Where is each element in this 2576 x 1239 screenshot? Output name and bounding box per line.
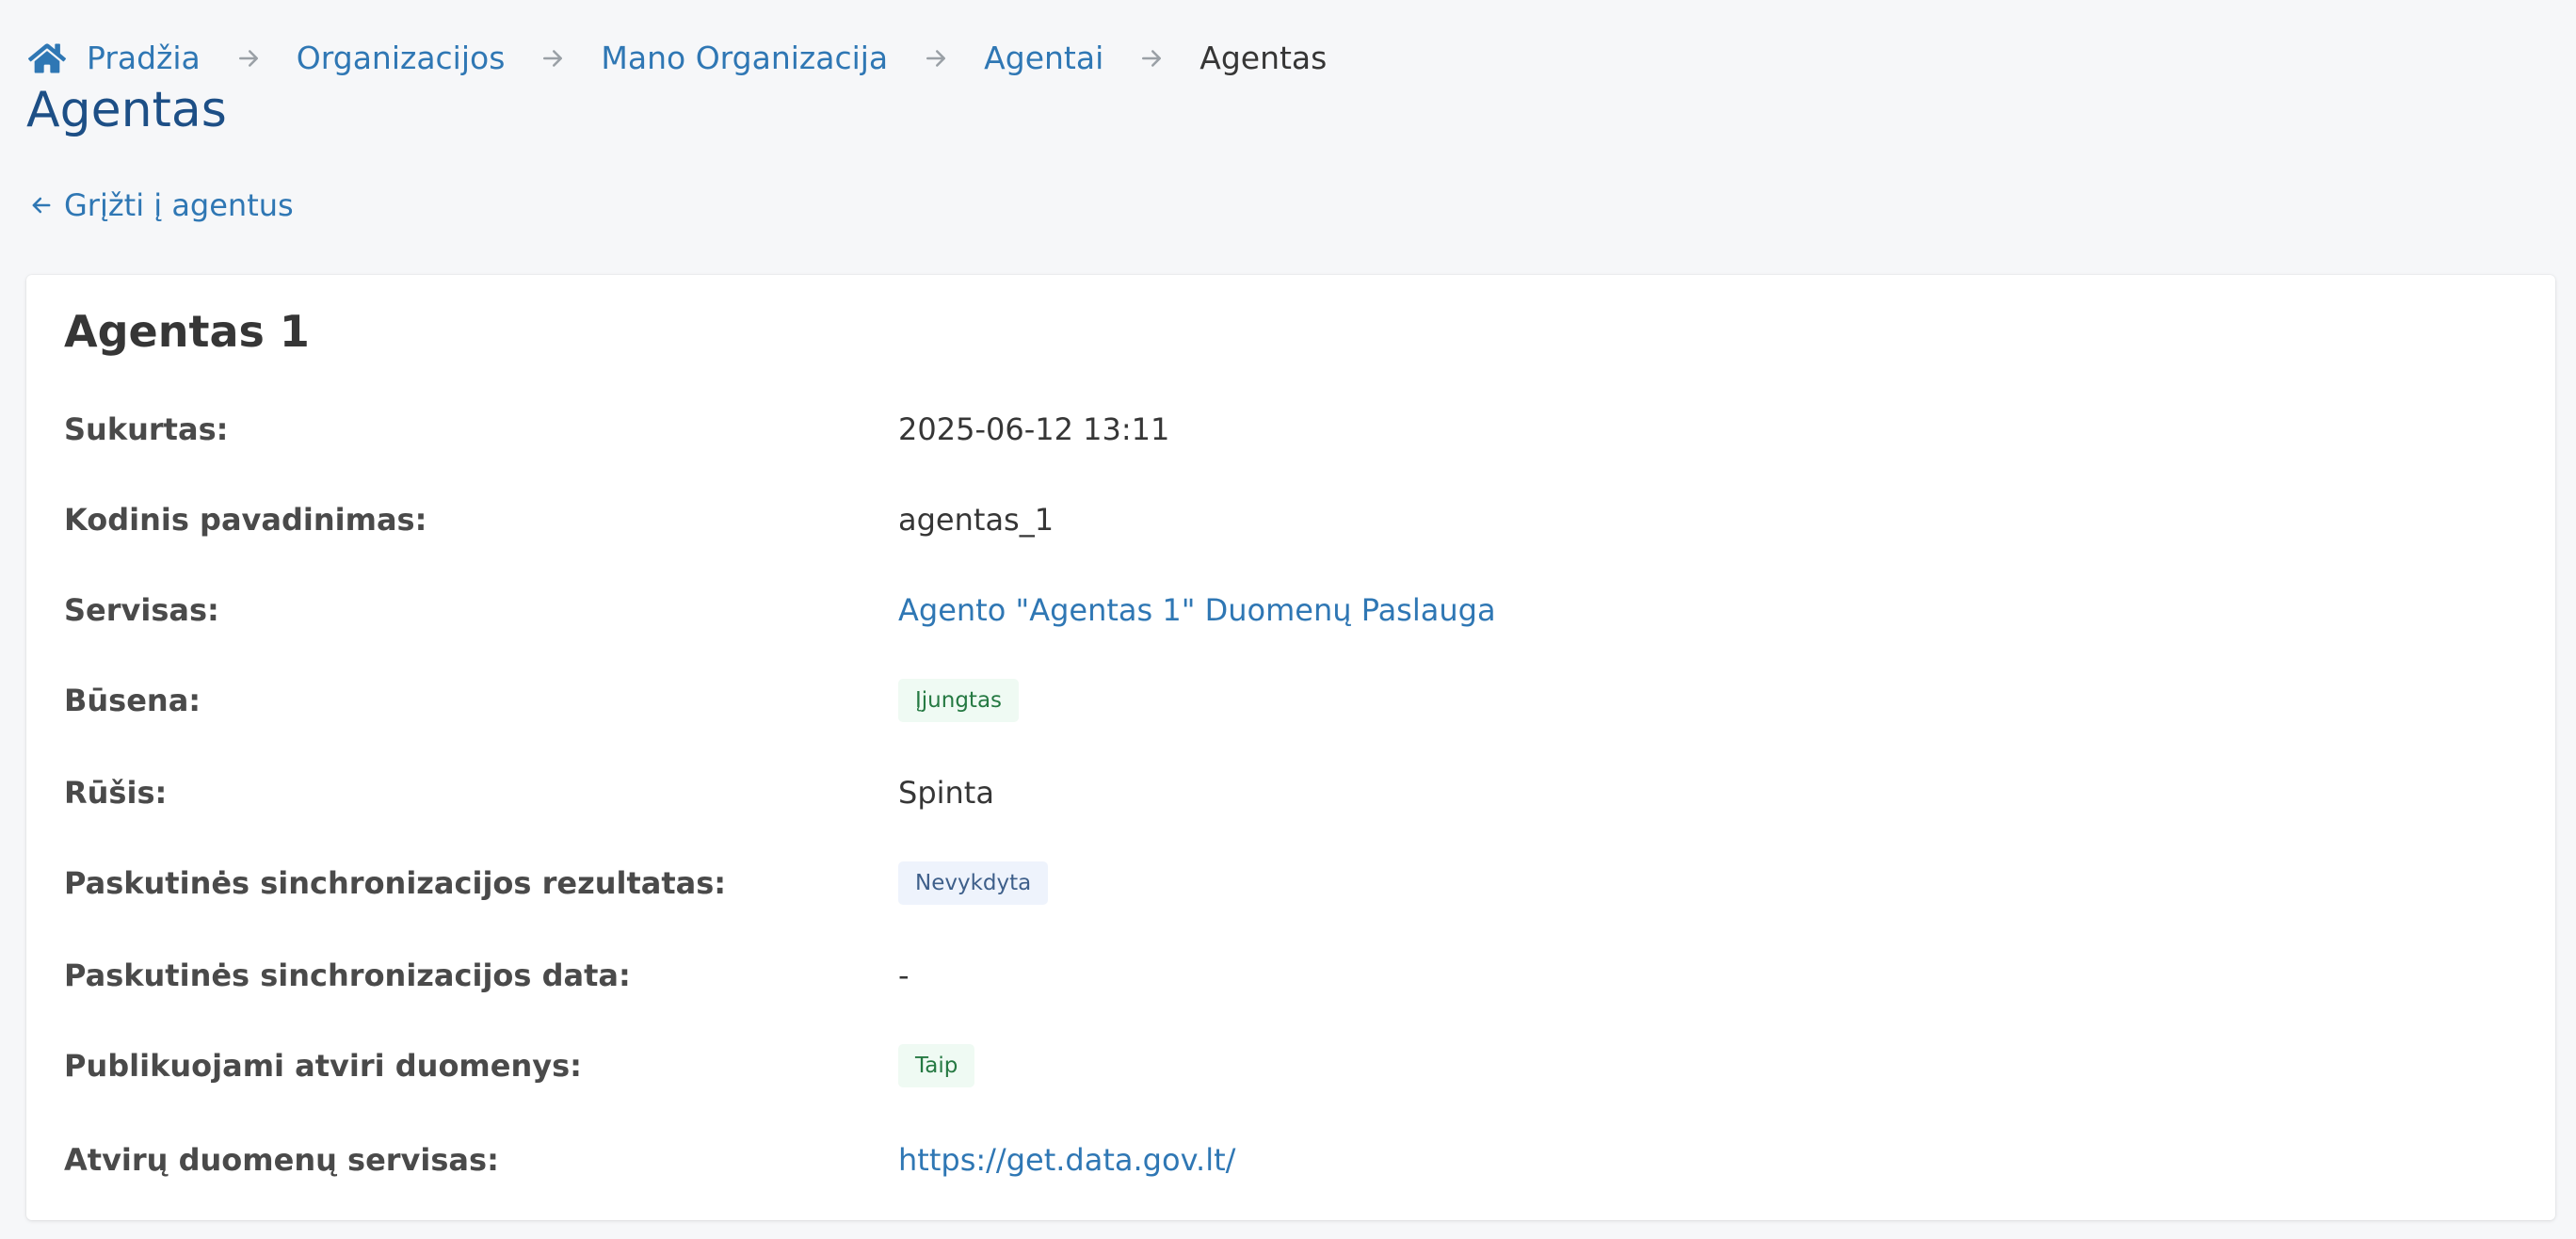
- breadcrumb-my-organization[interactable]: Mano Organizacija: [601, 38, 888, 79]
- field-code-name: Kodinis pavadinimas: agentas_1: [64, 491, 2518, 548]
- back-to-agents-link[interactable]: Grįžti į agentus: [28, 185, 294, 226]
- field-created: Sukurtas: 2025-06-12 13:11: [64, 401, 2518, 458]
- field-label: Rūšis:: [64, 775, 168, 811]
- breadcrumb-home[interactable]: Pradžia: [87, 38, 201, 79]
- sync-result-badge: Nevykdyta: [898, 861, 1049, 905]
- field-label: Būsena:: [64, 683, 201, 718]
- arrow-right-icon: [920, 44, 952, 72]
- breadcrumb-organizations[interactable]: Organizacijos: [297, 38, 506, 79]
- field-type: Rūšis: Spinta: [64, 764, 2518, 821]
- page: Pradžia Organizacijos Mano Organizacija …: [0, 0, 2576, 1239]
- agent-name: Agentas 1: [64, 306, 310, 357]
- field-last-sync-date: Paskutinės sinchronizacijos data: -: [64, 947, 2518, 1004]
- field-label: Paskutinės sinchronizacijos rezultatas:: [64, 865, 727, 901]
- open-data-badge: Taip: [898, 1044, 975, 1087]
- home-icon[interactable]: [28, 41, 66, 75]
- agent-details-card: Agentas 1 Sukurtas: 2025-06-12 13:11 Kod…: [26, 275, 2555, 1220]
- field-label: Atvirų duomenų servisas:: [64, 1142, 499, 1178]
- page-title: Agentas: [26, 82, 227, 138]
- field-publishes-open-data: Publikuojami atviri duomenys: Taip: [64, 1038, 2518, 1094]
- field-open-data-service: Atvirų duomenų servisas: https://get.dat…: [64, 1132, 2518, 1188]
- sync-date-value: -: [898, 957, 910, 993]
- field-label: Kodinis pavadinimas:: [64, 502, 427, 538]
- field-label: Servisas:: [64, 592, 219, 628]
- breadcrumb-agents[interactable]: Agentai: [984, 38, 1103, 79]
- service-link[interactable]: Agento "Agentas 1" Duomenų Paslauga: [898, 592, 1496, 628]
- field-service: Servisas: Agento "Agentas 1" Duomenų Pas…: [64, 582, 2518, 638]
- field-label: Publikuojami atviri duomenys:: [64, 1048, 582, 1084]
- arrow-right-icon: [1135, 44, 1167, 72]
- field-last-sync-result: Paskutinės sinchronizacijos rezultatas: …: [64, 855, 2518, 911]
- breadcrumb: Pradžia Organizacijos Mano Organizacija …: [28, 38, 1327, 79]
- breadcrumb-current: Agentas: [1199, 40, 1328, 76]
- code-name-value: agentas_1: [898, 502, 1055, 538]
- field-status: Būsena: Įjungtas: [64, 672, 2518, 729]
- arrow-right-icon: [233, 44, 265, 72]
- open-data-service-link[interactable]: https://get.data.gov.lt/: [898, 1142, 1235, 1178]
- type-value: Spinta: [898, 775, 994, 811]
- status-badge: Įjungtas: [898, 679, 1020, 722]
- field-label: Sukurtas:: [64, 411, 229, 447]
- field-label: Paskutinės sinchronizacijos data:: [64, 957, 631, 993]
- back-link-label: Grįžti į agentus: [64, 187, 294, 223]
- arrow-right-icon: [537, 44, 569, 72]
- arrow-left-icon: [28, 192, 55, 218]
- created-value: 2025-06-12 13:11: [898, 411, 1170, 447]
